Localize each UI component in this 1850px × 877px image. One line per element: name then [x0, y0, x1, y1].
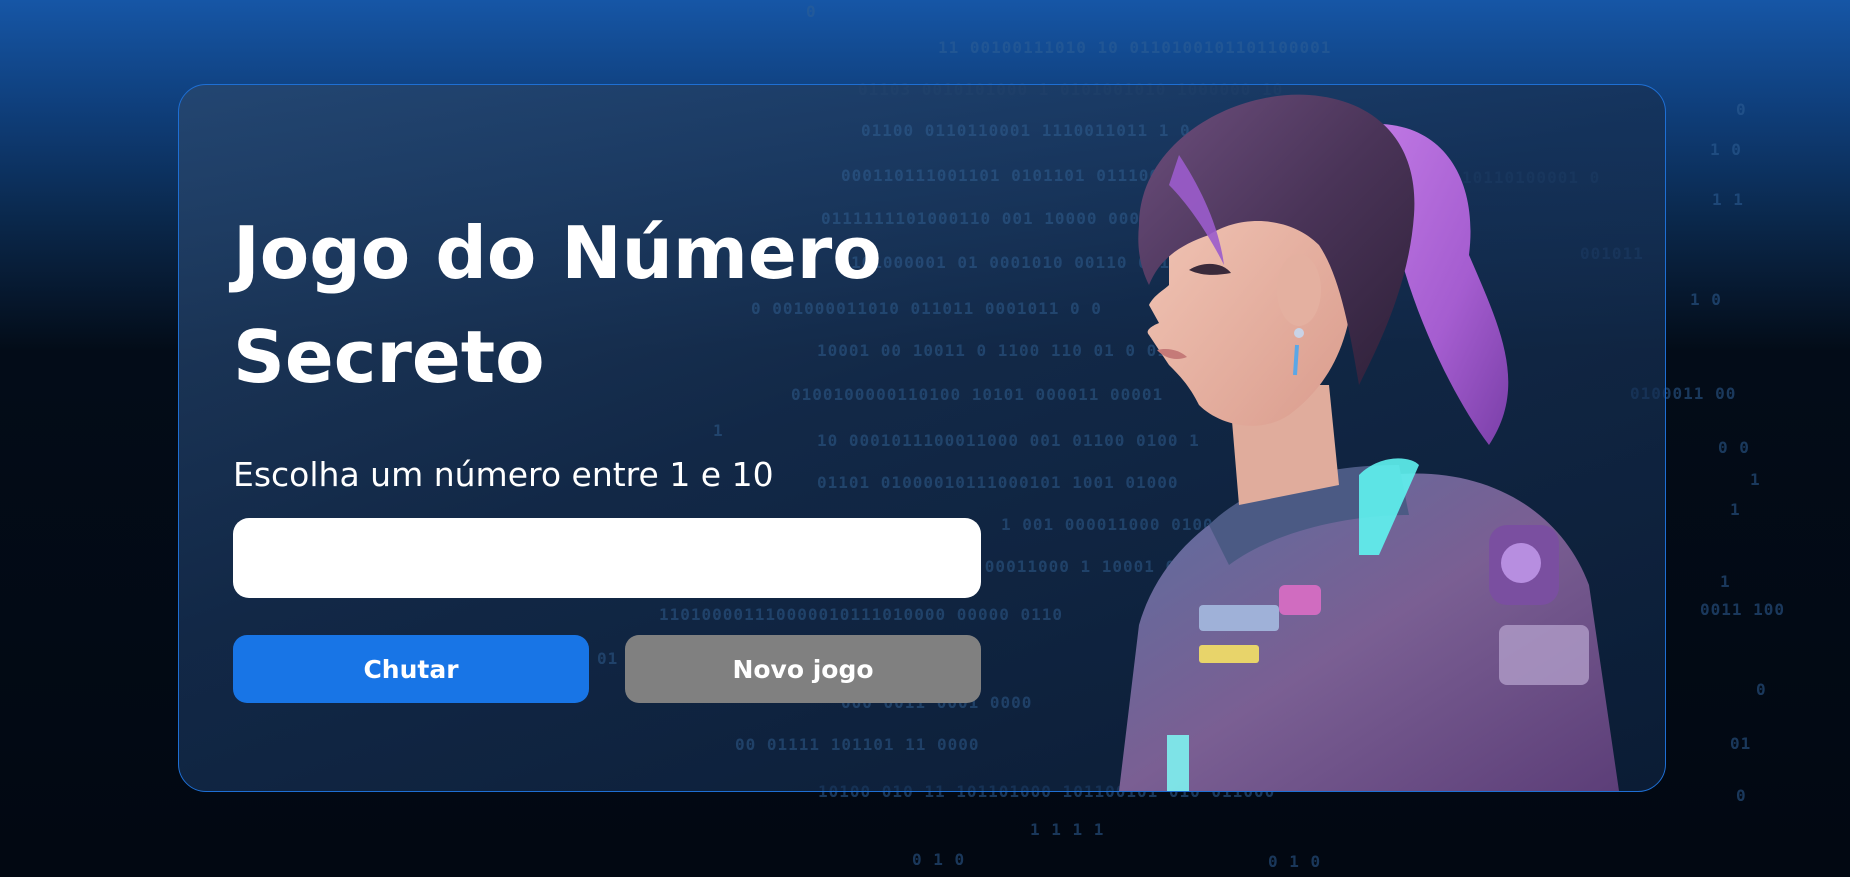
number-prompt-label: Escolha um número entre 1 e 10 [233, 455, 774, 494]
guess-input[interactable] [233, 518, 981, 598]
new-game-button: Novo jogo [625, 635, 981, 703]
game-card: 01100 0110110001 1110011011 1 0 00011011… [178, 84, 1666, 792]
astronaut-girl-illustration [1119, 94, 1619, 791]
page-title: Jogo do Número Secreto [233, 211, 882, 399]
guess-button[interactable]: Chutar [233, 635, 589, 703]
